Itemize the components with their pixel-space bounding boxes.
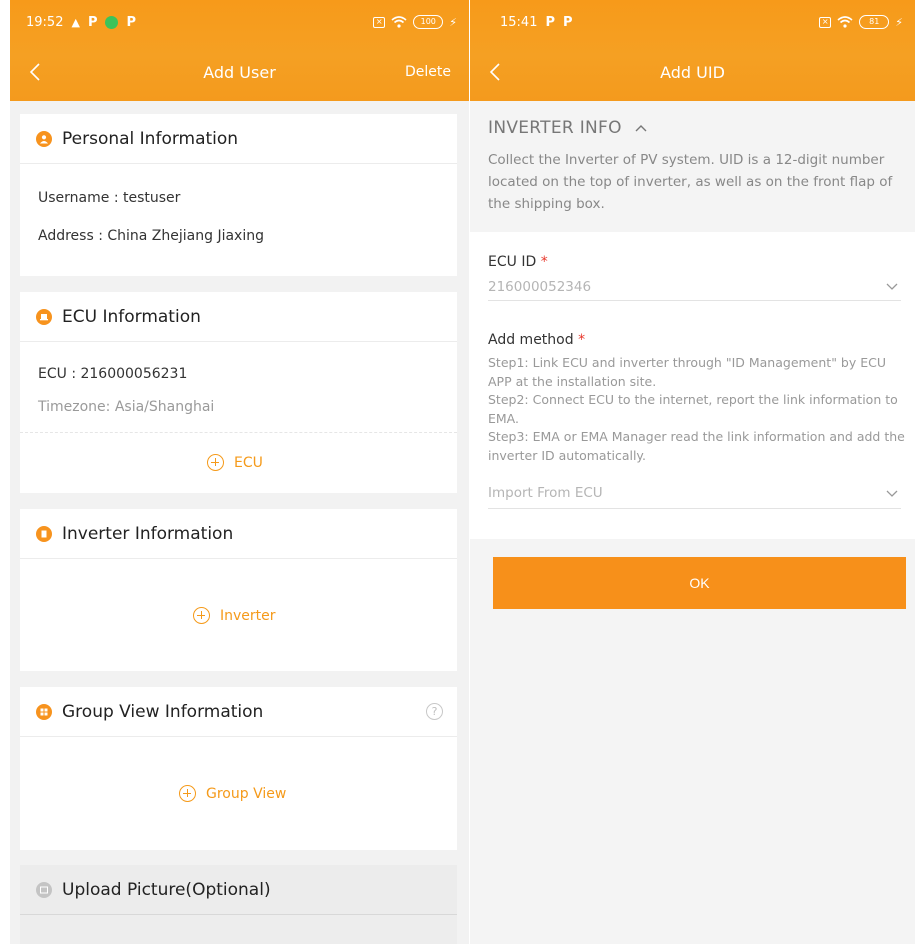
wifi-icon bbox=[837, 16, 853, 28]
section-description: Collect the Inverter of PV system. UID i… bbox=[488, 152, 893, 212]
add-inverter-button[interactable]: Inverter bbox=[193, 607, 276, 624]
step-text: Step2: Connect ECU to the internet, repo… bbox=[488, 392, 898, 426]
card-title: Inverter Information bbox=[62, 523, 234, 544]
status-time: 19:52 bbox=[26, 14, 64, 30]
chevron-down-icon[interactable] bbox=[885, 489, 899, 499]
field-underline bbox=[488, 300, 901, 301]
header-bar: 15:41 P P × 81 ⚡ Add UID bbox=[470, 0, 915, 101]
parking-icon-2: P bbox=[126, 14, 136, 30]
required-mark: * bbox=[540, 254, 548, 270]
ok-button[interactable]: OK bbox=[493, 557, 906, 609]
card-title: Upload Picture(Optional) bbox=[62, 879, 271, 900]
add-group-view-label: Group View bbox=[206, 785, 287, 802]
ecu-info-card: ECU Information ECU : 216000056231 Timez… bbox=[20, 292, 457, 493]
card-title: ECU Information bbox=[62, 306, 201, 327]
card-header: Inverter Information bbox=[20, 509, 457, 559]
parking-icon: P bbox=[87, 14, 98, 30]
page-title: Add UID bbox=[660, 62, 725, 82]
upload-picture-card: Upload Picture(Optional) bbox=[20, 865, 457, 944]
notification-icon: ▲ bbox=[71, 15, 80, 29]
card-header: Group View Information bbox=[20, 687, 457, 737]
status-icons: × 100 ⚡ bbox=[373, 15, 457, 29]
ecu-id-label-text: ECU ID bbox=[488, 254, 537, 270]
status-bar: 15:41 P P × 81 ⚡ bbox=[500, 12, 903, 32]
card-title: Personal Information bbox=[62, 128, 239, 149]
ecu-number-text: ECU : 216000056231 bbox=[38, 366, 188, 382]
charging-icon: ⚡ bbox=[895, 15, 903, 29]
card-header: Personal Information bbox=[20, 114, 457, 164]
group-view-card: Group View Information ? Group View bbox=[20, 687, 457, 850]
sim-icon: × bbox=[373, 16, 386, 28]
plus-circle-icon bbox=[207, 454, 224, 471]
form-panel: ECU ID * 216000052346 Add method * Step1… bbox=[470, 232, 915, 539]
parking-icon: P bbox=[545, 14, 555, 30]
timezone-text: Timezone: Asia/Shanghai bbox=[38, 399, 215, 415]
ecu-id-label: ECU ID * bbox=[488, 254, 548, 270]
add-method-select[interactable]: Import From ECU bbox=[488, 485, 603, 501]
address-text: Address : China Zhejiang Jiaxing bbox=[38, 228, 264, 244]
add-ecu-label: ECU bbox=[234, 454, 263, 471]
chevron-up-icon bbox=[635, 125, 647, 132]
add-method-label: Add method * bbox=[488, 332, 585, 348]
person-icon bbox=[36, 130, 52, 147]
status-icons: × 81 ⚡ bbox=[819, 15, 903, 29]
username-text: Username : testuser bbox=[38, 190, 181, 206]
picture-icon bbox=[36, 881, 52, 898]
inverter-info-toggle[interactable]: INVERTER INFO bbox=[488, 118, 648, 138]
card-title: Group View Information bbox=[62, 701, 264, 722]
charging-icon: ⚡ bbox=[449, 15, 457, 29]
divider bbox=[20, 432, 457, 433]
status-time: 15:41 bbox=[500, 14, 538, 30]
add-group-view-button[interactable]: Group View bbox=[179, 785, 286, 802]
add-user-screen: 19:52 ▲ P P × 100 ⚡ Add User Delete Pers… bbox=[10, 0, 469, 944]
parking-icon-2: P bbox=[563, 14, 573, 30]
wifi-icon bbox=[391, 16, 407, 28]
page-title: Add User bbox=[203, 62, 276, 82]
inverter-info-card: Inverter Information Inverter bbox=[20, 509, 457, 671]
header-bar: 19:52 ▲ P P × 100 ⚡ Add User Delete bbox=[10, 0, 469, 101]
sim-icon: × bbox=[819, 16, 832, 28]
add-ecu-button[interactable]: ECU bbox=[207, 454, 263, 471]
nav-bar: Add User Delete bbox=[10, 58, 469, 86]
plus-circle-icon bbox=[179, 785, 196, 802]
method-steps: Step1: Link ECU and inverter through "ID… bbox=[488, 354, 908, 465]
card-header: ECU Information bbox=[20, 292, 457, 342]
app-icon bbox=[105, 15, 119, 29]
personal-info-card: Personal Information Username : testuser… bbox=[20, 114, 457, 276]
ecu-icon bbox=[36, 308, 52, 325]
card-header[interactable]: Upload Picture(Optional) bbox=[20, 865, 457, 915]
delete-button[interactable]: Delete bbox=[405, 64, 451, 80]
battery-icon: 81 bbox=[859, 15, 890, 29]
plus-circle-icon bbox=[193, 607, 210, 624]
add-method-label-text: Add method bbox=[488, 332, 574, 348]
add-uid-screen: 15:41 P P × 81 ⚡ Add UID INVERTER INFO C… bbox=[470, 0, 915, 944]
ecu-id-select[interactable]: 216000052346 bbox=[488, 279, 591, 295]
step-text: Step3: EMA or EMA Manager read the link … bbox=[488, 429, 905, 463]
add-inverter-label: Inverter bbox=[220, 607, 276, 624]
chevron-down-icon[interactable] bbox=[885, 282, 899, 292]
section-title: INVERTER INFO bbox=[488, 118, 622, 138]
back-arrow-icon[interactable] bbox=[26, 60, 46, 84]
required-mark: * bbox=[578, 332, 586, 348]
field-underline bbox=[488, 508, 901, 509]
inverter-icon bbox=[36, 525, 52, 542]
status-bar: 19:52 ▲ P P × 100 ⚡ bbox=[26, 12, 457, 32]
group-view-icon bbox=[36, 703, 52, 720]
nav-bar: Add UID bbox=[470, 58, 915, 86]
help-icon[interactable]: ? bbox=[426, 703, 443, 720]
back-arrow-icon[interactable] bbox=[486, 60, 506, 84]
step-text: Step1: Link ECU and inverter through "ID… bbox=[488, 355, 887, 389]
battery-icon: 100 bbox=[413, 15, 444, 29]
